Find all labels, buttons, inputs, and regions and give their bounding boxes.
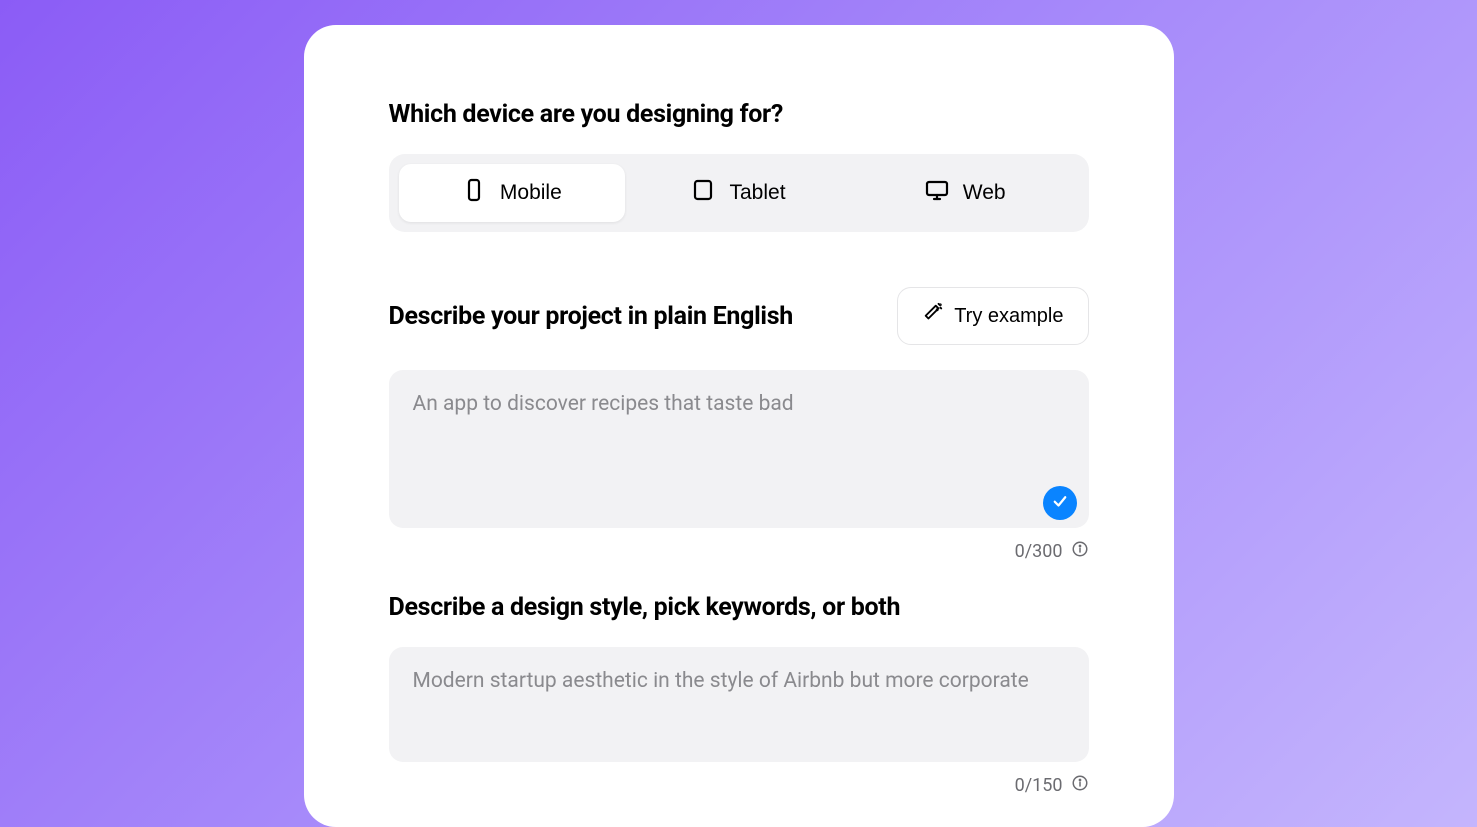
magic-wand-icon	[922, 302, 944, 330]
project-counter-row: 0/300	[389, 540, 1089, 563]
device-tab-label: Mobile	[500, 181, 562, 205]
project-textarea-wrap	[389, 370, 1089, 532]
tablet-icon	[691, 178, 715, 208]
project-heading: Describe your project in plain English	[389, 302, 793, 331]
mobile-icon	[462, 178, 486, 208]
style-heading: Describe a design style, pick keywords, …	[389, 593, 1089, 622]
info-icon[interactable]	[1071, 774, 1089, 797]
check-badge	[1043, 486, 1077, 520]
project-counter: 0/300	[1015, 541, 1063, 562]
try-example-label: Try example	[954, 305, 1063, 328]
device-tabs: Mobile Tablet Web	[389, 154, 1089, 232]
style-counter-row: 0/150	[389, 774, 1089, 797]
check-icon	[1051, 492, 1069, 514]
style-textarea-wrap	[389, 647, 1089, 766]
style-counter: 0/150	[1015, 775, 1063, 796]
device-tab-label: Web	[963, 181, 1006, 205]
device-heading: Which device are you designing for?	[389, 100, 1089, 129]
device-tab-web[interactable]: Web	[852, 164, 1079, 222]
device-tab-label: Tablet	[729, 181, 785, 205]
form-card: Which device are you designing for? Mobi…	[304, 25, 1174, 827]
device-tab-tablet[interactable]: Tablet	[625, 164, 852, 222]
project-header-row: Describe your project in plain English T…	[389, 287, 1089, 345]
device-tab-mobile[interactable]: Mobile	[399, 164, 626, 222]
web-icon	[925, 178, 949, 208]
info-icon[interactable]	[1071, 540, 1089, 563]
style-description-input[interactable]	[389, 647, 1089, 762]
project-description-input[interactable]	[389, 370, 1089, 528]
try-example-button[interactable]: Try example	[897, 287, 1088, 345]
